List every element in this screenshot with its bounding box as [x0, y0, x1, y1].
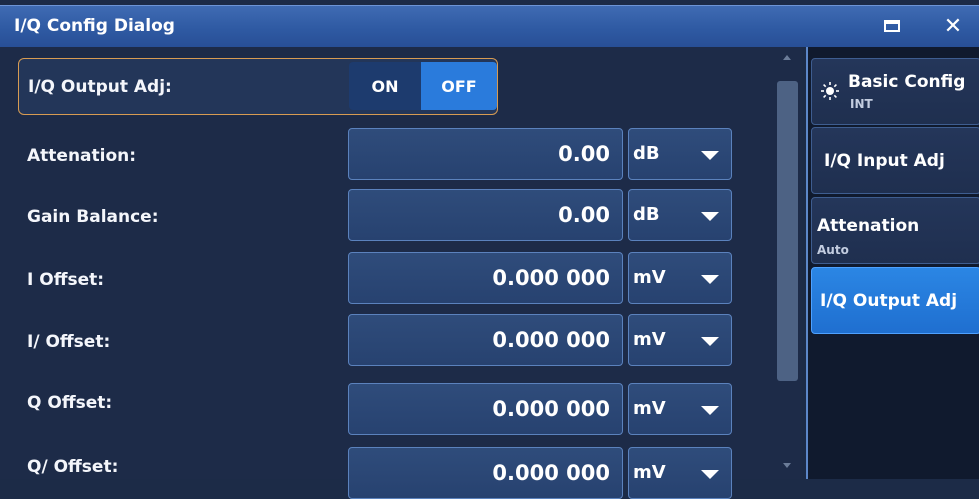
i-offset-value-field[interactable]: 0.000 000: [348, 252, 623, 304]
output-adj-toggle[interactable]: ON OFF: [349, 62, 497, 110]
chevron-down-icon: [701, 275, 719, 284]
q-bar-offset-unit-select[interactable]: mV: [628, 447, 732, 499]
gain-balance-label: Gain Balance:: [27, 207, 159, 227]
unit-label: mV: [633, 462, 666, 483]
attenation-label: Attenation:: [27, 146, 137, 166]
attenation-unit-select[interactable]: dB: [628, 128, 732, 180]
side-item-label: Basic Config: [848, 72, 966, 92]
output-adj-row: I/Q Output Adj: ON OFF: [18, 58, 498, 115]
i-bar-offset-label: I/ Offset:: [27, 332, 111, 352]
i-offset-label: I Offset:: [27, 270, 105, 290]
close-button[interactable]: ✕: [938, 12, 968, 40]
side-item-sublabel: Auto: [817, 243, 849, 257]
side-item-iq-input-adj[interactable]: I/Q Input Adj: [811, 127, 979, 194]
i-offset-unit-select[interactable]: mV: [628, 252, 732, 304]
output-adj-label: I/Q Output Adj:: [28, 77, 172, 97]
chevron-down-icon: [701, 470, 719, 479]
scrollbar-thumb[interactable]: [777, 81, 798, 381]
main-panel: I/Q Output Adj: ON OFF Attenation: 0.00 …: [0, 47, 772, 499]
unit-label: mV: [633, 267, 666, 288]
maximize-button[interactable]: [877, 12, 907, 40]
toggle-on-option[interactable]: ON: [349, 62, 421, 110]
side-item-basic-config[interactable]: Basic Config INT: [811, 58, 979, 125]
unit-label: mV: [633, 329, 666, 350]
side-item-attenation[interactable]: Attenation Auto: [811, 197, 979, 264]
toggle-off-option[interactable]: OFF: [421, 62, 497, 110]
chevron-down-icon: [701, 151, 719, 160]
q-offset-label: Q Offset:: [27, 393, 113, 413]
unit-label: dB: [633, 204, 660, 225]
vertical-scrollbar[interactable]: [772, 47, 802, 479]
side-item-label: Attenation: [817, 216, 920, 236]
window-title: I/Q Config Dialog: [14, 16, 175, 36]
sun-icon: [821, 82, 839, 100]
close-icon: ✕: [943, 13, 963, 39]
chevron-down-icon: [701, 212, 719, 221]
maximize-icon: [884, 20, 900, 32]
i-bar-offset-unit-select[interactable]: mV: [628, 314, 732, 366]
i-bar-offset-value-field[interactable]: 0.000 000: [348, 314, 623, 366]
scroll-down-icon[interactable]: [783, 463, 791, 468]
q-offset-value-field[interactable]: 0.000 000: [348, 383, 623, 435]
side-item-label: I/Q Output Adj: [820, 291, 958, 311]
side-menu: Basic Config INT I/Q Input Adj Attenatio…: [806, 47, 979, 479]
side-item-iq-output-adj[interactable]: I/Q Output Adj: [811, 267, 979, 334]
q-bar-offset-value-field[interactable]: 0.000 000: [348, 447, 623, 499]
side-item-label: I/Q Input Adj: [824, 151, 945, 171]
attenation-value-field[interactable]: 0.00: [348, 128, 623, 180]
q-bar-offset-label: Q/ Offset:: [27, 457, 119, 477]
title-bar[interactable]: I/Q Config Dialog ✕: [0, 5, 979, 47]
gain-balance-unit-select[interactable]: dB: [628, 189, 732, 241]
gain-balance-value-field[interactable]: 0.00: [348, 189, 623, 241]
scroll-up-icon[interactable]: [783, 55, 791, 60]
unit-label: mV: [633, 398, 666, 419]
side-item-sublabel: INT: [850, 97, 873, 111]
chevron-down-icon: [701, 406, 719, 415]
dialog-window: I/Q Config Dialog ✕ I/Q Output Adj: ON O…: [0, 0, 979, 499]
q-offset-unit-select[interactable]: mV: [628, 383, 732, 435]
chevron-down-icon: [701, 337, 719, 346]
unit-label: dB: [633, 143, 660, 164]
